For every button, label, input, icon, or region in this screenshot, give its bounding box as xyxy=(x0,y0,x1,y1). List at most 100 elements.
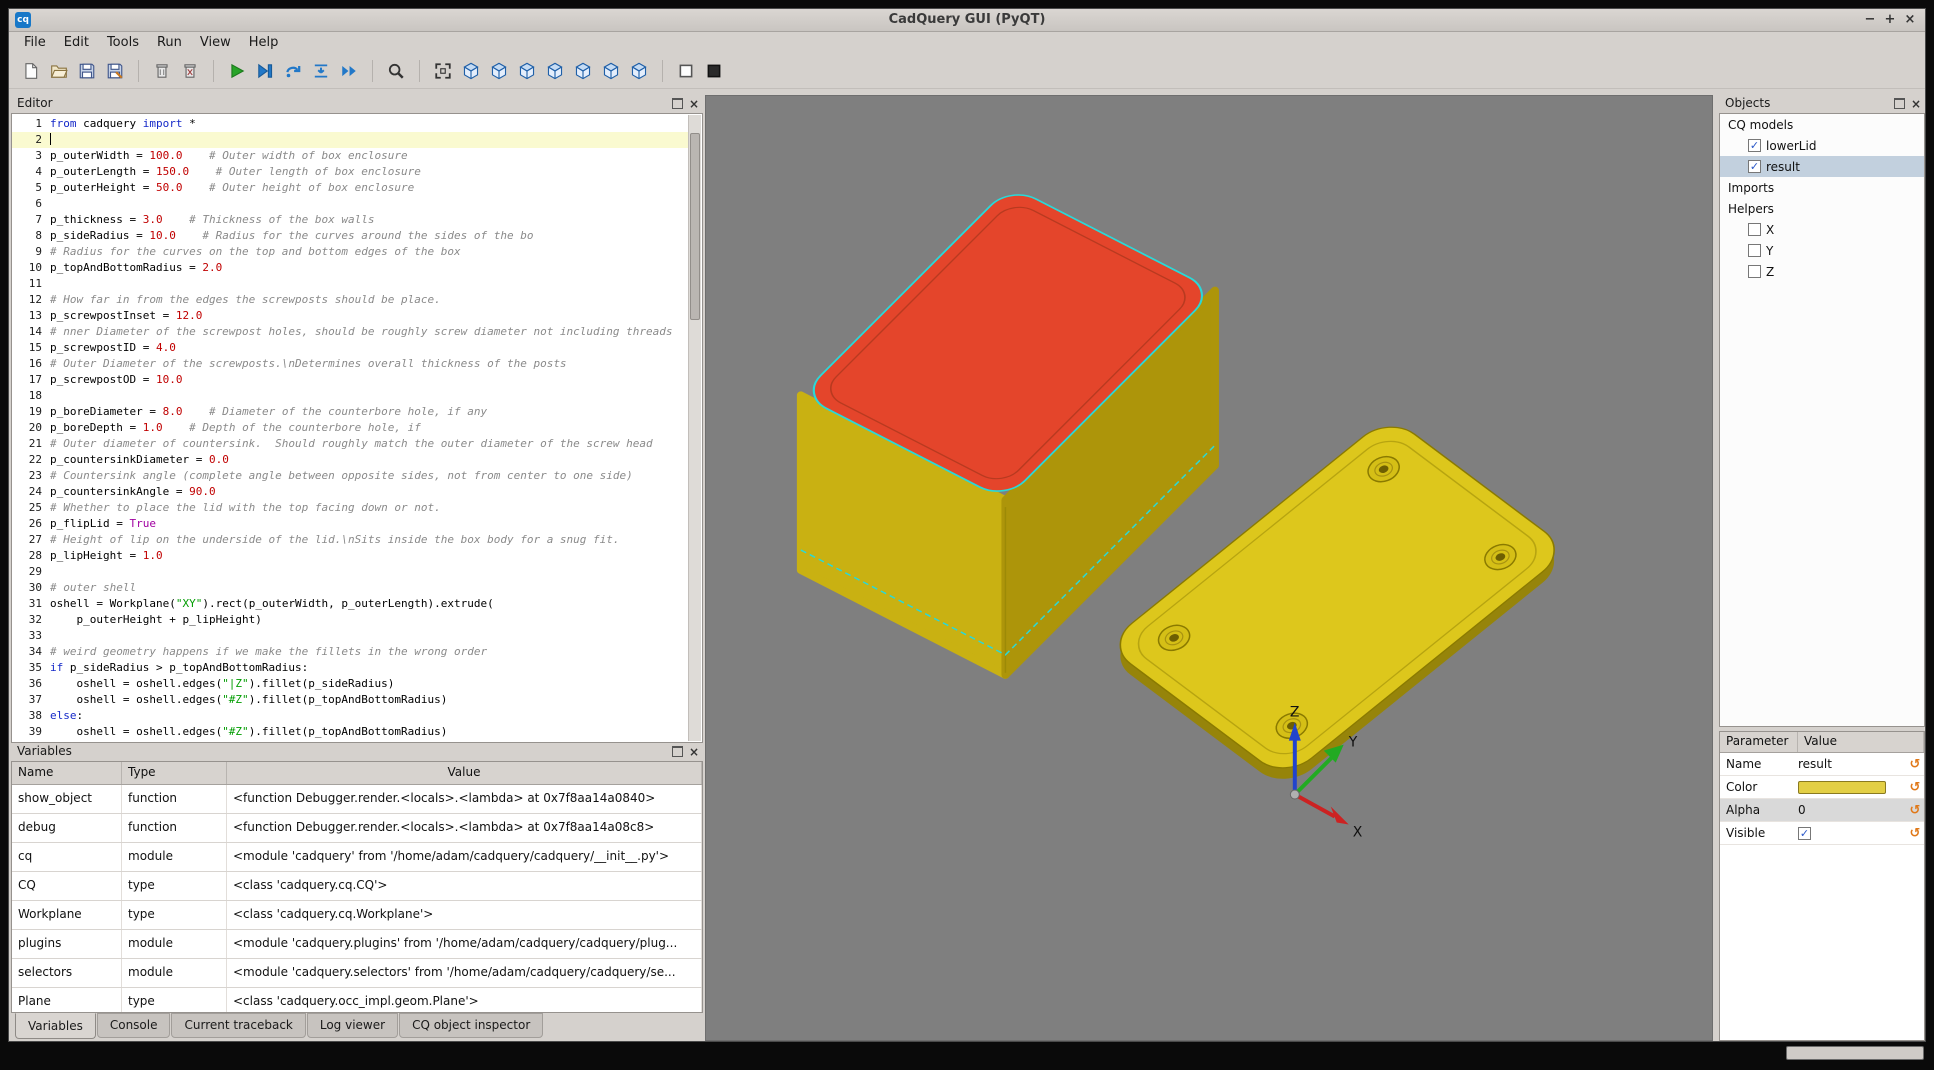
fit-all-button[interactable] xyxy=(430,58,456,84)
code-line[interactable]: 12# How far in from the edges the screwp… xyxy=(12,292,688,308)
reset-icon[interactable]: ↺ xyxy=(1906,780,1924,795)
scrollbar-thumb[interactable] xyxy=(690,133,700,320)
visible-checkbox[interactable]: ✓ xyxy=(1798,827,1811,840)
debug-button[interactable] xyxy=(252,58,278,84)
tree-item-lowerlid[interactable]: ✓lowerLid xyxy=(1720,135,1924,156)
tab-cq-object-inspector[interactable]: CQ object inspector xyxy=(399,1013,543,1038)
visibility-checkbox[interactable]: ✓ xyxy=(1748,160,1761,173)
close-panel-icon[interactable]: × xyxy=(1911,99,1921,109)
code-line[interactable]: 28p_lipHeight = 1.0 xyxy=(12,548,688,564)
view-top-button[interactable] xyxy=(598,58,624,84)
code-line[interactable]: 23# Countersink angle (complete angle be… xyxy=(12,468,688,484)
step-into-button[interactable] xyxy=(308,58,334,84)
code-line[interactable]: 4p_outerLength = 150.0 # Outer length of… xyxy=(12,164,688,180)
code-line[interactable]: 35if p_sideRadius > p_topAndBottomRadius… xyxy=(12,660,688,676)
tree-item-result[interactable]: ✓result xyxy=(1720,156,1924,177)
code-line[interactable]: 32 p_outerHeight + p_lipHeight) xyxy=(12,612,688,628)
view-bottom-button[interactable] xyxy=(626,58,652,84)
code-line[interactable]: 20p_boreDepth = 1.0 # Depth of the count… xyxy=(12,420,688,436)
minimize-button[interactable]: − xyxy=(1861,11,1879,29)
float-panel-icon[interactable] xyxy=(672,98,683,109)
menu-view[interactable]: View xyxy=(191,33,240,52)
code-line[interactable]: 27# Height of lip on the underside of th… xyxy=(12,532,688,548)
code-area[interactable]: 1from cadquery import *23p_outerWidth = … xyxy=(12,116,688,742)
variables-column-header[interactable]: Type xyxy=(122,762,227,784)
code-line[interactable]: 39 oshell = oshell.edges("#Z").fillet(p_… xyxy=(12,724,688,740)
code-editor[interactable]: 1from cadquery import *23p_outerWidth = … xyxy=(11,113,703,743)
reset-icon[interactable]: ↺ xyxy=(1906,803,1924,818)
visibility-checkbox[interactable] xyxy=(1748,265,1761,278)
code-line[interactable]: 6 xyxy=(12,196,688,212)
color-swatch[interactable] xyxy=(1798,781,1886,794)
render-button[interactable] xyxy=(224,58,250,84)
code-line[interactable]: 34# weird geometry happens if we make th… xyxy=(12,644,688,660)
open-file-button[interactable] xyxy=(46,58,72,84)
cad-model[interactable] xyxy=(801,186,1569,791)
menu-edit[interactable]: Edit xyxy=(55,33,98,52)
variables-row[interactable]: pluginsmodule<module 'cadquery.plugins' … xyxy=(12,930,702,959)
code-line[interactable]: 24p_countersinkAngle = 90.0 xyxy=(12,484,688,500)
property-value[interactable]: 0 xyxy=(1798,803,1906,817)
code-line[interactable]: 5p_outerHeight = 50.0 # Outer height of … xyxy=(12,180,688,196)
step-over-button[interactable] xyxy=(280,58,306,84)
variables-row[interactable]: selectorsmodule<module 'cadquery.selecto… xyxy=(12,959,702,988)
code-line[interactable]: 30# outer shell xyxy=(12,580,688,596)
code-line[interactable]: 15p_screwpostID = 4.0 xyxy=(12,340,688,356)
continue-button[interactable] xyxy=(336,58,362,84)
code-line[interactable]: 37 oshell = oshell.edges("#Z").fillet(p_… xyxy=(12,692,688,708)
wireframe-button[interactable] xyxy=(673,58,699,84)
code-line[interactable]: 2 xyxy=(12,132,688,148)
variables-column-header[interactable]: Name xyxy=(12,762,122,784)
editor-scrollbar[interactable] xyxy=(688,115,701,741)
code-line[interactable]: 14# nner Diameter of the screwpost holes… xyxy=(12,324,688,340)
code-line[interactable]: 36 oshell = oshell.edges("|Z").fillet(p_… xyxy=(12,676,688,692)
view-right-button[interactable] xyxy=(570,58,596,84)
code-line[interactable]: 8p_sideRadius = 10.0 # Radius for the cu… xyxy=(12,228,688,244)
variables-column-header[interactable]: Value xyxy=(227,762,702,784)
variables-row[interactable]: debugfunction<function Debugger.render.<… xyxy=(12,814,702,843)
variables-row[interactable]: CQtype<class 'cadquery.cq.CQ'> xyxy=(12,872,702,901)
float-panel-icon[interactable] xyxy=(1894,98,1905,109)
save-as-button[interactable] xyxy=(102,58,128,84)
viewport-3d[interactable]: Z Y X xyxy=(705,95,1713,1041)
property-row-name[interactable]: Nameresult↺ xyxy=(1720,753,1924,776)
new-file-button[interactable] xyxy=(18,58,44,84)
tree-item-imports[interactable]: Imports xyxy=(1720,177,1924,198)
menu-help[interactable]: Help xyxy=(240,33,288,52)
property-row-color[interactable]: Color↺ xyxy=(1720,776,1924,799)
reset-icon[interactable]: ↺ xyxy=(1906,826,1924,841)
view-left-button[interactable] xyxy=(542,58,568,84)
code-line[interactable]: 3p_outerWidth = 100.0 # Outer width of b… xyxy=(12,148,688,164)
code-line[interactable]: 25# Whether to place the lid with the to… xyxy=(12,500,688,516)
close-button[interactable]: × xyxy=(1901,11,1919,29)
view-iso-button[interactable] xyxy=(458,58,484,84)
code-line[interactable]: 29 xyxy=(12,564,688,580)
shaded-button[interactable] xyxy=(701,58,727,84)
visibility-checkbox[interactable]: ✓ xyxy=(1748,139,1761,152)
visibility-checkbox[interactable] xyxy=(1748,223,1761,236)
tab-log-viewer[interactable]: Log viewer xyxy=(307,1013,398,1038)
variables-row[interactable]: Workplanetype<class 'cadquery.cq.Workpla… xyxy=(12,901,702,930)
tree-item-y[interactable]: Y xyxy=(1720,240,1924,261)
menu-run[interactable]: Run xyxy=(148,33,191,52)
visibility-checkbox[interactable] xyxy=(1748,244,1761,257)
variables-row[interactable]: cqmodule<module 'cadquery' from '/home/a… xyxy=(12,843,702,872)
code-line[interactable]: 33 xyxy=(12,628,688,644)
close-panel-icon[interactable]: × xyxy=(689,99,699,109)
variables-row[interactable]: Planetype<class 'cadquery.occ_impl.geom.… xyxy=(12,988,702,1013)
float-panel-icon[interactable] xyxy=(672,746,683,757)
viewport-canvas[interactable]: Z Y X xyxy=(706,96,1712,1040)
zoom-button[interactable] xyxy=(383,58,409,84)
variables-row[interactable]: show_objectfunction<function Debugger.re… xyxy=(12,785,702,814)
code-line[interactable]: 1from cadquery import * xyxy=(12,116,688,132)
maximize-button[interactable]: + xyxy=(1881,11,1899,29)
close-panel-icon[interactable]: × xyxy=(689,747,699,757)
tree-item-cq-models[interactable]: CQ models xyxy=(1720,114,1924,135)
code-line[interactable]: 21# Outer diameter of countersink. Shoul… xyxy=(12,436,688,452)
code-line[interactable]: 13p_screwpostInset = 12.0 xyxy=(12,308,688,324)
code-line[interactable]: 19p_boreDiameter = 8.0 # Diameter of the… xyxy=(12,404,688,420)
code-line[interactable]: 17p_screwpostOD = 10.0 xyxy=(12,372,688,388)
tree-item-helpers[interactable]: Helpers xyxy=(1720,198,1924,219)
property-row-visible[interactable]: Visible✓↺ xyxy=(1720,822,1924,845)
clear-button[interactable] xyxy=(149,58,175,84)
